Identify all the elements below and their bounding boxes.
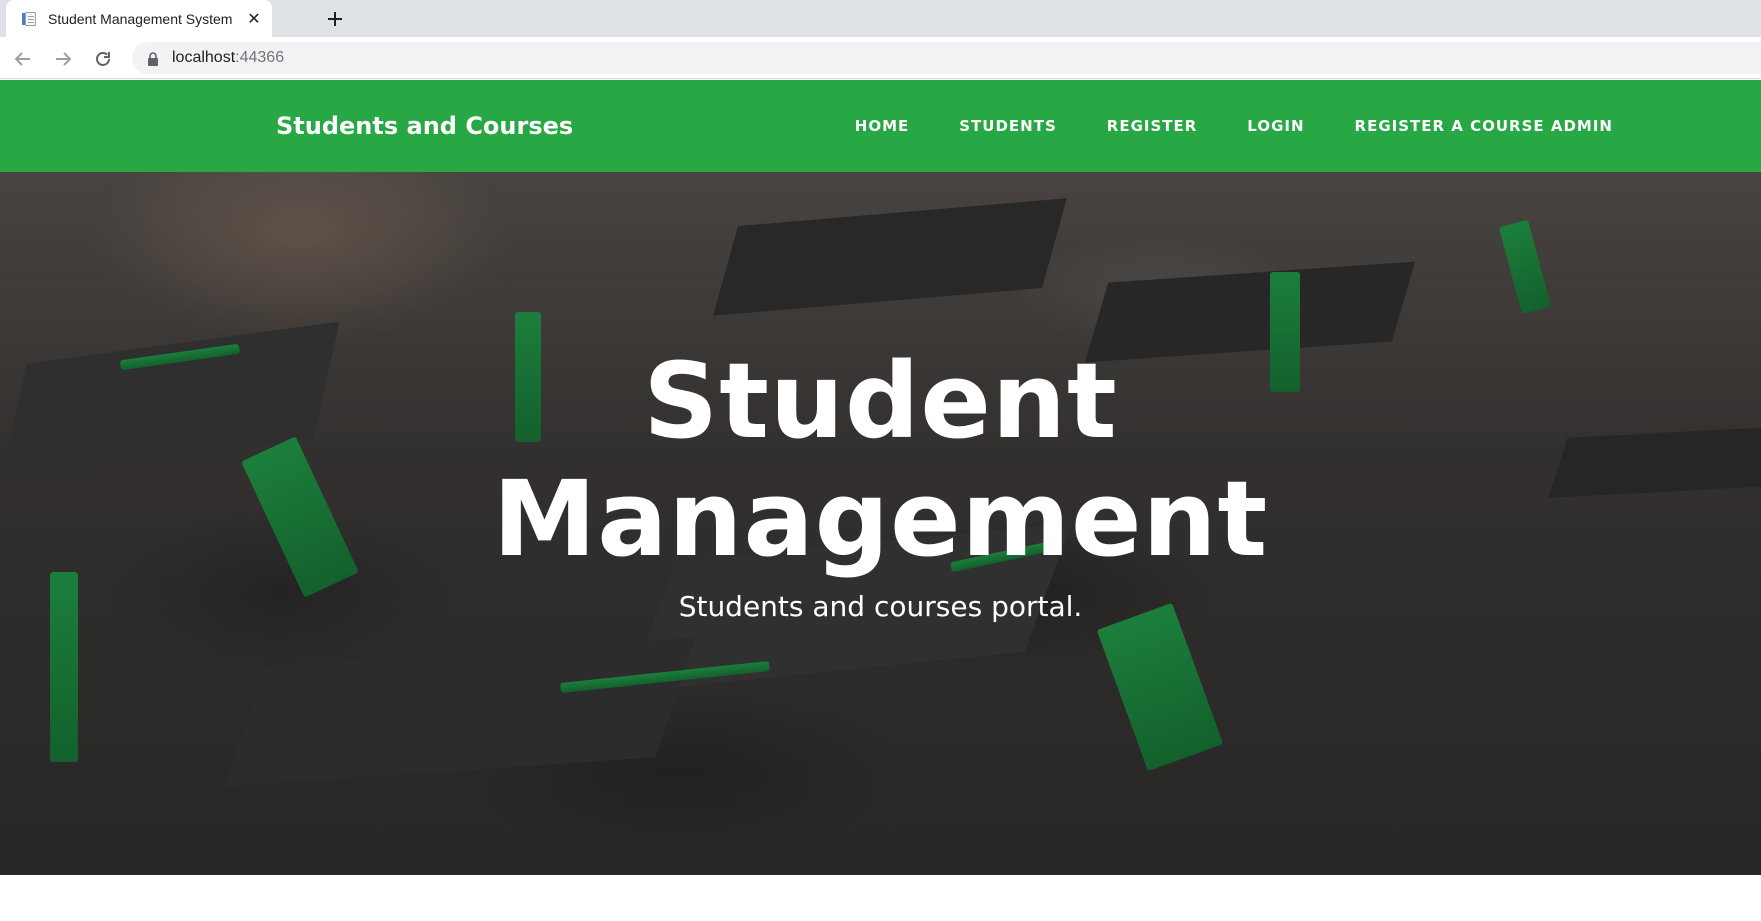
browser-tab[interactable]: Student Management System ✕ [6, 0, 272, 37]
back-arrow-icon[interactable] [10, 46, 36, 72]
nav-link-register-course-admin[interactable]: REGISTER A COURSE ADMIN [1355, 117, 1613, 135]
plus-icon[interactable] [322, 6, 348, 32]
hero-section: Student Management Students and courses … [0, 172, 1761, 875]
lock-icon [146, 51, 160, 66]
browser-toolbar: localhost:44366 [0, 37, 1761, 79]
page-favicon-icon [22, 11, 38, 27]
hero-title-line1: Student [643, 340, 1118, 462]
nav-link-students[interactable]: STUDENTS [959, 117, 1057, 135]
hero-title: Student Management [0, 342, 1761, 578]
browser-tab-bar: Student Management System ✕ [0, 0, 1761, 37]
url-text: localhost:44366 [172, 49, 285, 66]
hero-title-line2: Management [492, 458, 1269, 580]
hero-subtitle: Students and courses portal. [678, 590, 1083, 623]
address-bar[interactable]: localhost:44366 [132, 42, 1761, 74]
brand-link[interactable]: Students and Courses [276, 80, 573, 172]
hero-content: Student Management Students and courses … [0, 172, 1761, 875]
nav-links: HOME STUDENTS REGISTER LOGIN REGISTER A … [805, 80, 1613, 172]
nav-link-login[interactable]: LOGIN [1247, 117, 1304, 135]
forward-arrow-icon[interactable] [50, 46, 76, 72]
reload-icon[interactable] [90, 46, 116, 72]
site-navbar: Students and Courses HOME STUDENTS REGIS… [0, 80, 1761, 172]
nav-link-home[interactable]: HOME [855, 117, 909, 135]
nav-link-register[interactable]: REGISTER [1107, 117, 1198, 135]
close-icon[interactable]: ✕ [244, 9, 264, 29]
tab-title: Student Management System [48, 10, 233, 27]
